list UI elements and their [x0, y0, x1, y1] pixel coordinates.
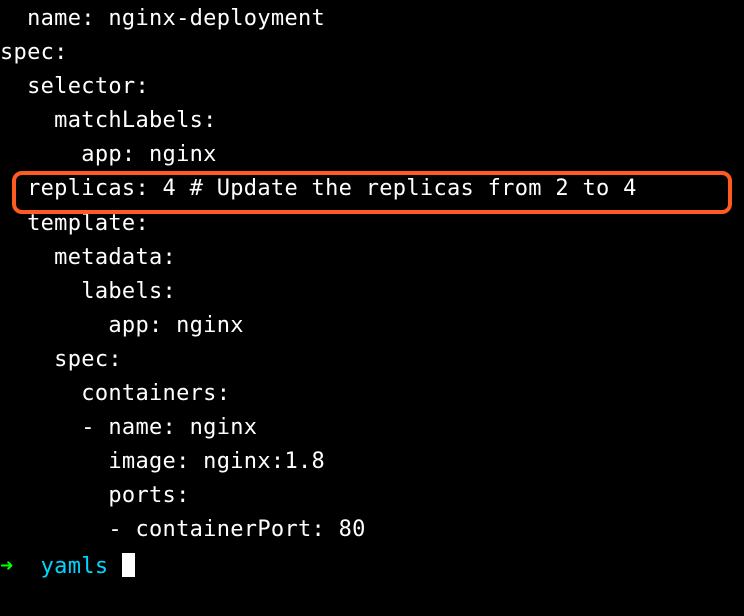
yaml-line: - containerPort: 80 — [0, 513, 744, 547]
yaml-line: containers: — [0, 377, 744, 411]
yaml-line: - name: nginx — [0, 411, 744, 445]
yaml-line: template: — [0, 207, 744, 241]
yaml-line: name: nginx-deployment — [0, 2, 744, 36]
yaml-line: metadata: — [0, 241, 744, 275]
yaml-line: spec: — [0, 36, 744, 70]
yaml-line-highlighted: replicas: 4 # Update the replicas from 2… — [0, 172, 744, 206]
yaml-line: spec: — [0, 343, 744, 377]
yaml-line: labels: — [0, 275, 744, 309]
yaml-line: app: nginx — [0, 138, 744, 172]
yaml-line: app: nginx — [0, 309, 744, 343]
yaml-line: image: nginx:1.8 — [0, 445, 744, 479]
yaml-line: matchLabels: — [0, 104, 744, 138]
prompt-arrow-icon: ➜ — [0, 554, 14, 579]
yaml-line: ports: — [0, 479, 744, 513]
cursor-icon — [122, 553, 135, 577]
yaml-line: selector: — [0, 70, 744, 104]
terminal-output: name: nginx-deployment spec: selector: m… — [0, 2, 744, 584]
prompt-directory: yamls — [41, 554, 109, 579]
shell-prompt[interactable]: ➜ yamls — [0, 550, 744, 584]
